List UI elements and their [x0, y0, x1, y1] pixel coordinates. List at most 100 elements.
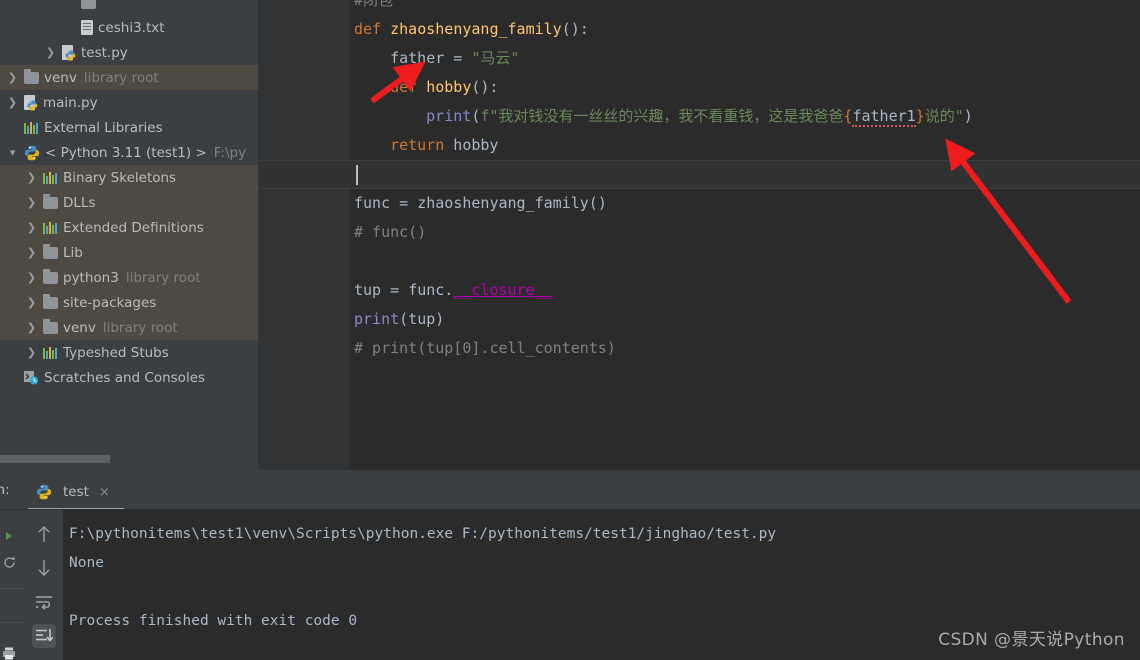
tree-item-lib[interactable]: ❯ Lib	[0, 240, 258, 265]
chevron-right-icon[interactable]: ❯	[25, 197, 38, 208]
python-logo-icon	[36, 484, 52, 500]
editor-area: ceshi3.txt ❯ test.py ❯ venv library root ❯ main…	[0, 0, 1140, 470]
run-header: un: test ×	[0, 475, 1140, 511]
chevron-right-icon[interactable]: ❯	[25, 272, 38, 283]
libraries-icon	[43, 221, 58, 234]
folder-icon	[43, 193, 58, 209]
tree-item-label: Extended Definitions	[63, 219, 204, 236]
tree-item-site-packages[interactable]: ❯ site-packages	[0, 290, 258, 315]
tree-item-label: test.py	[81, 44, 128, 61]
code-line-comment: #闭包	[354, 0, 394, 9]
tree-item-external-libraries[interactable]: External Libraries	[0, 115, 258, 140]
project-tree-list[interactable]: ceshi3.txt ❯ test.py ❯ venv library root ❯ main…	[0, 0, 258, 390]
project-tree-panel[interactable]: ceshi3.txt ❯ test.py ❯ venv library root ❯ main…	[0, 0, 258, 470]
chevron-right-icon[interactable]: ❯	[25, 222, 38, 233]
libraries-icon	[24, 121, 39, 134]
tree-item-subtitle: library root	[83, 69, 159, 86]
soft-wrap-icon[interactable]	[32, 590, 56, 614]
chevron-right-icon[interactable]: ❯	[25, 322, 38, 333]
folder-icon	[43, 293, 58, 309]
tree-item-label: < Python 3.11 (test1) >	[45, 144, 207, 161]
editor-gutter[interactable]	[258, 0, 350, 470]
scroll-up-icon[interactable]	[32, 522, 56, 546]
console-line: None	[69, 555, 104, 571]
tree-item-label: python3	[63, 269, 119, 286]
run-tab-label: test	[63, 484, 89, 500]
tree-item-typeshed-stubs[interactable]: ❯ Typeshed Stubs	[0, 340, 258, 365]
tree-item-test-py[interactable]: ❯ test.py	[0, 40, 258, 65]
code-editor[interactable]: 2039204020412042204320442045204620472048…	[258, 0, 1140, 470]
tree-item-python3[interactable]: ❯ python3 library root	[0, 265, 258, 290]
code-line-print-fstring: print(f"我对钱没有一丝丝的兴趣，我不看重钱，这是我爸爸{father1}…	[426, 107, 973, 127]
watermark-text: CSDN @景天说Python	[938, 630, 1125, 650]
python-file-icon	[24, 95, 38, 111]
current-line-top-border	[258, 160, 1140, 161]
tree-item-subtitle: F:\py	[213, 144, 247, 161]
code-line-func-assign: func = zhaoshenyang_family()	[354, 194, 607, 212]
folder-icon	[43, 318, 58, 334]
tree-item-label: venv	[44, 69, 77, 86]
code-line-father-assign: father = "马云"	[390, 49, 520, 67]
tree-item-binary-skeletons[interactable]: ❯ Binary Skeletons	[0, 165, 258, 190]
tree-item-subtitle: library root	[102, 319, 178, 336]
print-icon[interactable]	[2, 645, 16, 660]
tree-horizontal-scrollbar[interactable]	[0, 455, 258, 465]
tree-item-label: main.py	[43, 94, 98, 111]
tree-item-ceshi3-txt[interactable]: ceshi3.txt	[0, 15, 258, 40]
tree-item-extended-definitions[interactable]: ❯ Extended Definitions	[0, 215, 258, 240]
rerun-icon[interactable]	[3, 554, 16, 573]
chevron-right-icon[interactable]: ❯	[6, 97, 19, 108]
code-text-area[interactable]: #闭包 def zhaoshenyang_family():father = "马…	[258, 0, 1140, 470]
pycharm-window: ceshi3.txt ❯ test.py ❯ venv library root ❯ main…	[0, 0, 1140, 660]
tree-scrollbar-thumb[interactable]	[0, 455, 110, 463]
run-tab-test[interactable]: test ×	[28, 478, 118, 506]
tree-item-label: Binary Skeletons	[63, 169, 177, 186]
run-tool-window: un: test ×	[0, 470, 1140, 660]
tree-item-partial-0[interactable]	[0, 0, 258, 15]
chevron-right-icon[interactable]: ❯	[44, 47, 57, 58]
tree-item-subtitle: library root	[125, 269, 201, 286]
chevron-right-icon[interactable]: ❯	[25, 347, 38, 358]
chevron-right-icon[interactable]: ❯	[6, 72, 19, 83]
tree-item-main-py[interactable]: ❯ main.py	[0, 90, 258, 115]
tree-item-label: External Libraries	[44, 119, 163, 136]
console-line: F:\pythonitems\test1\venv\Scripts\python…	[69, 526, 777, 542]
tree-item-venv[interactable]: ❯ venv library root	[0, 315, 258, 340]
tree-item-python-3-11-test1[interactable]: ▾ < Python 3.11 (test1) > F:\py	[0, 140, 258, 165]
tree-item-dlls[interactable]: ❯ DLLs	[0, 190, 258, 215]
tree-item-label: Lib	[63, 244, 83, 261]
close-icon[interactable]: ×	[99, 486, 110, 499]
code-line-def-hobby: def hobby():	[390, 78, 499, 96]
text-caret	[356, 165, 358, 185]
scroll-down-icon[interactable]	[32, 556, 56, 580]
scroll-to-end-icon[interactable]	[32, 624, 56, 648]
code-line-print-tup: print(tup)	[354, 310, 445, 328]
tree-item-label: DLLs	[63, 194, 96, 211]
chevron-right-icon[interactable]: ❯	[25, 172, 38, 183]
code-line-comment-func: # func()	[354, 223, 427, 241]
tree-item-venv[interactable]: ❯ venv library root	[0, 65, 258, 90]
code-line-return-hobby: return hobby	[390, 136, 499, 154]
python-logo-icon	[24, 145, 40, 161]
code-line-def-zhaoshenyang: def zhaoshenyang_family():	[354, 20, 589, 38]
tree-item-label: Typeshed Stubs	[63, 344, 169, 361]
folder-icon	[43, 268, 58, 284]
run-console-toolbar[interactable]	[25, 510, 63, 660]
tree-item-label: site-packages	[63, 294, 157, 311]
folder-icon	[24, 68, 39, 84]
scratches-icon	[24, 370, 39, 385]
current-line-highlight	[258, 160, 1140, 189]
folder-icon	[43, 243, 58, 259]
tree-item-scratches-and-consoles[interactable]: Scratches and Consoles	[0, 365, 258, 390]
tree-item-label: Scratches and Consoles	[44, 369, 206, 386]
tree-item-label: ceshi3.txt	[98, 19, 165, 36]
chevron-right-icon[interactable]: ❯	[25, 297, 38, 308]
chevron-down-icon[interactable]: ▾	[6, 147, 19, 158]
run-left-edge-toolbar[interactable]	[0, 510, 24, 660]
chevron-right-icon[interactable]: ❯	[25, 247, 38, 258]
libraries-icon	[43, 346, 58, 359]
code-line-comment-cellcontents: # print(tup[0].cell_contents)	[354, 339, 616, 357]
python-file-icon	[62, 45, 76, 61]
folder-icon	[81, 0, 96, 9]
code-line-tup-closure: tup = func.__closure__	[354, 281, 553, 299]
